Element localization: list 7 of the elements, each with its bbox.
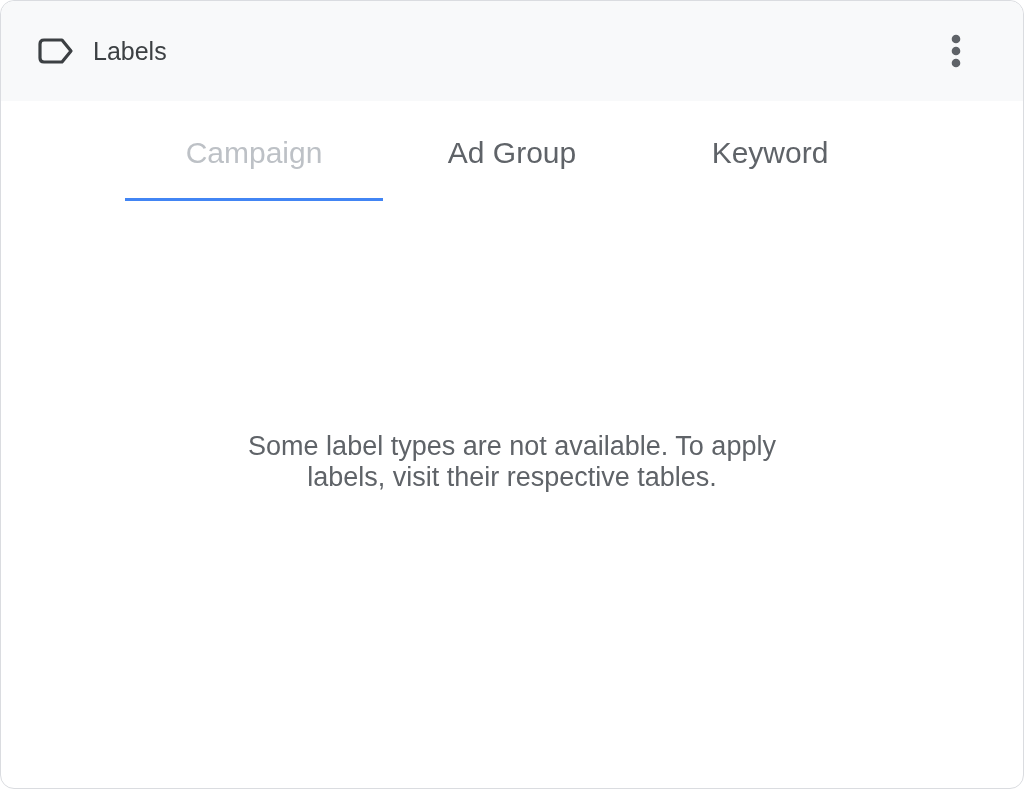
panel-title: Labels bbox=[93, 36, 167, 66]
tab[interactable]: Ad Group bbox=[383, 101, 641, 201]
more-options-button[interactable] bbox=[951, 34, 961, 68]
label-icon bbox=[38, 38, 74, 64]
more-vertical-icon bbox=[951, 34, 961, 68]
empty-state-message: Some label types are not available. To apply labels, visit their respective tables. bbox=[247, 431, 777, 493]
tab[interactable]: Keyword bbox=[641, 101, 899, 201]
